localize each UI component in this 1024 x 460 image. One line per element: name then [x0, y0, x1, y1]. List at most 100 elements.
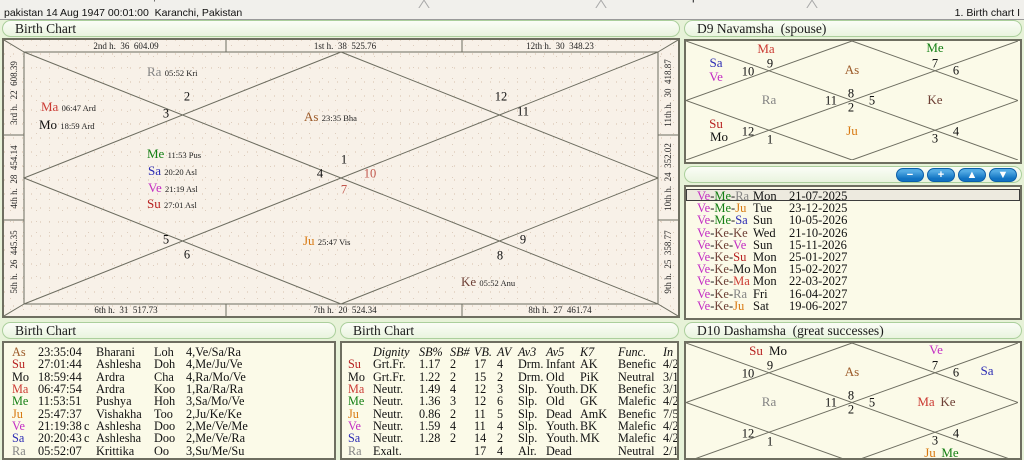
dasha-row[interactable]: Ve-Ke-Mo Mon 15-02-2027: [686, 262, 1020, 276]
table-row: As 23:35:04 Bharani Loh 4,Ve/Sa/Ra: [12, 345, 241, 359]
planet-label-me: Me: [941, 445, 959, 460]
house-number: 9: [519, 232, 527, 247]
dasha-collapse-button[interactable]: −: [896, 168, 924, 182]
d9-panel-title: D9 Navamsha (spouse): [684, 20, 1022, 37]
house-number: 8: [847, 86, 855, 101]
status-view-name: 1. Birth chart I: [954, 7, 1020, 19]
vimshottari-panel-title: Vimshottari − + ▲ ▼: [684, 166, 1022, 183]
house-cusp-label: 9th h. 25 358.77: [663, 230, 673, 294]
table-row: VeNeutr.1.594114Slp.Youth.BKMalefic4/2/1: [348, 419, 679, 434]
planet-label-ra: Ra: [761, 92, 777, 107]
dasha-row[interactable]: Ve-Me-Ra Mon 21-07-2025: [686, 189, 1020, 203]
tab-separator: [594, 0, 608, 8]
table-header-row: Dignity SB% SB# VB. AV Av3 Av5 K7 Func. In: [373, 345, 674, 359]
tab-separator: [805, 0, 819, 8]
planet-label-mo: Mo: [709, 129, 729, 144]
table-row: MeNeutr.1.363126Slp.OldGKMalefic4/2/1: [348, 394, 679, 409]
planet-positions-table: As 23:35:04 Bharani Loh 4,Ve/Sa/Ra Su 27:01:44…: [2, 341, 336, 460]
table-row: Mo 18:59:44 Ardra Cha 4,Ra/Mo/Ve: [12, 369, 246, 384]
house-number: 4: [952, 426, 960, 441]
tab-jammu-kashmir[interactable]: Jammu kashmir: [460, 0, 541, 3]
planet-label-mo: Mo 18:59 Ard: [39, 117, 95, 132]
dasha-row[interactable]: Ve-Me-Sa Sun 10-05-2026: [686, 213, 1020, 227]
house-number: 10: [741, 64, 755, 79]
planet-label-ra: Ra 05:52 Kri: [147, 64, 198, 79]
table-row: MaNeutr.1.494123Slp.Youth.DKBenefic3/1/1…: [348, 382, 679, 397]
house-number: 8: [496, 248, 504, 263]
tab-jammukashmir-2019[interactable]: Jammukashmir 2019: [253, 0, 360, 3]
dasha-row[interactable]: Ve-Ke-Ke Wed 21-10-2026: [686, 226, 1020, 240]
dasha-row[interactable]: Ve-Ke-Ra Fri 16-04-2027: [686, 287, 1020, 301]
dasha-row[interactable]: Ve-Me-Ju Tue 23-12-2025: [686, 201, 1020, 215]
house-number: 1: [340, 152, 348, 167]
house-number: 12: [741, 426, 755, 441]
planet-label-ve: Ve 21:19 Asl: [148, 180, 198, 195]
dasha-row[interactable]: Ve-Ke-Ve Sun 15-11-2026: [686, 238, 1020, 252]
table-row: Su 27:01:44 Ashlesha Doh 4,Me/Ju/Ve: [12, 357, 243, 372]
table-row: Sa 20:20:43 c Ashlesha Doo 2,Me/Ve/Ra: [12, 431, 246, 446]
table-row: JuNeutr.0.862115Slp.DeadAmKBenefic7/5/4: [348, 406, 679, 421]
d9-navamsha-chart: 9 10 7 6 11 8 5 2 12 1 3 4 Ma Sa Ve As Me Ra Ke Su Mo Ju: [684, 39, 1022, 164]
house-number: 5: [162, 232, 170, 247]
house-number: 5: [868, 93, 876, 108]
planet-strengths-table: Dignity SB% SB# VB. AV Av3 Av5 K7 Func. In Su Grt.F…: [340, 341, 679, 460]
table-row: SaNeutr.1.282142Slp.Youth.MKMalefic4/2/1: [348, 431, 679, 446]
positions-table-title: Birth Chart: [2, 322, 336, 339]
house-number: 1: [766, 132, 774, 147]
planet-label-as: As 23:35 Bha: [304, 109, 357, 124]
house-number: 10: [363, 166, 377, 181]
house-cusp-label: 3rd h. 22 608.39: [9, 61, 19, 125]
planet-label-mo: Mo: [768, 343, 788, 358]
table-row: MoGrt.Fr.1.222152Drm.OldPiKNeutral3/1/12: [348, 369, 679, 384]
planet-label-ma: Ma 06:47 Ard: [41, 99, 96, 114]
house-number: 3: [931, 131, 939, 146]
planet-label-ke: Ke: [940, 394, 956, 409]
house-number: 11: [824, 93, 838, 108]
dasha-row[interactable]: Ve-Ke-Ju Sat 19-06-2027: [686, 299, 1020, 313]
planet-label-ra: Ra: [761, 394, 777, 409]
house-number: 10: [741, 366, 755, 381]
house-number: 4: [316, 166, 324, 181]
table-row: RaExalt.174Alr.DeadNeutral2/12/11: [348, 443, 679, 458]
table-row: Ma 06:47:54 Ardra Koo 1,Ra/Ra/Ra: [12, 382, 244, 397]
planet-label-ma: Ma: [757, 41, 775, 56]
planet-label-as: As: [844, 364, 860, 379]
dasha-expand-button[interactable]: +: [927, 168, 955, 182]
house-number: 6: [183, 247, 191, 262]
planet-label-sa: Sa 20:20 Asl: [148, 163, 198, 178]
house-number: 11: [824, 395, 838, 410]
d10-panel-title: D10 Dashamsha (great successes): [684, 322, 1022, 339]
table-row: Me 11:53:51 Pushya Hoh 3,Sa/Mo/Ve: [12, 394, 245, 409]
planet-label-su: Su 27:01 Asl: [147, 196, 197, 211]
planet-label-ju: Ju: [846, 123, 858, 138]
house-number: 4: [952, 124, 960, 139]
house-cusp-label: 12th h. 30 348.23: [526, 41, 594, 51]
house-cusp-label: 7th h. 20 524.34: [313, 305, 377, 315]
table-row: Ju 25:47:37 Vishakha Too 2,Ju/Ke/Ke: [12, 406, 242, 421]
planet-label-me: Me 11:53 Pus: [147, 146, 202, 161]
tab-prashna[interactable]: Prashna, <new>: [110, 0, 197, 3]
status-bar: pakistan 14 Aug 1947 00:01:00 Karanchi, …: [0, 8, 1024, 20]
house-number: 7: [340, 182, 348, 197]
dasha-up-button[interactable]: ▲: [958, 168, 986, 182]
planet-label-ma: Ma: [917, 394, 935, 409]
tab-separator: [417, 0, 431, 8]
planet-label-ve: Ve: [929, 342, 943, 357]
house-number: 2: [847, 100, 855, 115]
table-row: KeExalt.13Alr.DeadMalefic8/6/5: [342, 456, 677, 458]
house-number: 7: [931, 358, 939, 373]
dasha-down-button[interactable]: ▼: [989, 168, 1017, 182]
house-cusp-label: 6th h. 31 517.73: [94, 305, 158, 315]
house-number: 11: [516, 104, 530, 119]
house-number: 3: [162, 106, 170, 121]
vimshottari-buttons: − + ▲ ▼: [896, 168, 1017, 182]
house-number: 2: [183, 89, 191, 104]
tab-pakistan[interactable]: pakistan: [692, 0, 735, 3]
dasha-row[interactable]: Ve-Ke-Ma Mon 22-03-2027: [686, 274, 1020, 288]
planet-label-as: As: [844, 62, 860, 77]
planet-label-ju: Ju: [924, 445, 936, 460]
dasha-row[interactable]: Ve-Ke-Su Mon 25-01-2027: [686, 250, 1020, 264]
house-cusp-label: 4th h. 28 454.14: [9, 145, 19, 209]
house-number: 9: [766, 56, 774, 71]
house-number: 12: [741, 124, 755, 139]
